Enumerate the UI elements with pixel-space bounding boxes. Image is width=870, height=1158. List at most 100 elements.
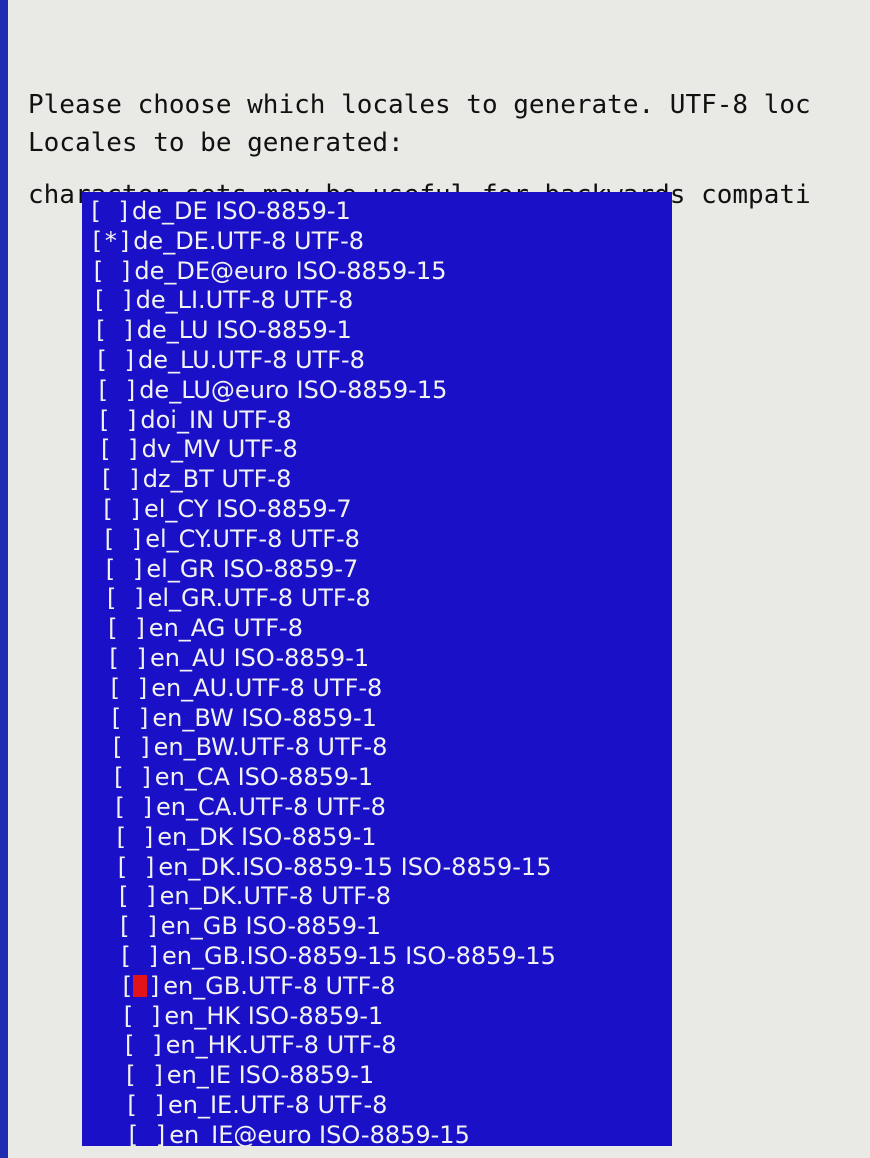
list-title: Locales to be generated:	[28, 128, 404, 158]
locale-checkbox[interactable]: [ ]	[106, 643, 150, 673]
locale-item[interactable]: [ ] de_LU.UTF-8 UTF-8	[94, 345, 672, 375]
locale-label: de_DE ISO-8859-1	[132, 197, 351, 225]
locale-label: en_DK ISO-8859-1	[157, 822, 377, 851]
locale-label: el_CY ISO-8859-7	[144, 495, 352, 523]
locale-label: en_GB.ISO-8859-15 ISO-8859-15	[162, 942, 556, 970]
locale-item[interactable]: [ ] en_BW ISO-8859-1	[108, 703, 672, 733]
prompt-line-1: Please choose which locales to generate.…	[28, 90, 811, 120]
locale-list[interactable]: [ ] de_DE ISO-8859-1 [*] de_DE.UTF-8 UTF-8[…	[82, 192, 672, 1146]
locale-item[interactable]: [ ] en_CA ISO-8859-1	[111, 762, 672, 792]
locale-item[interactable]: [ ] dv_MV UTF-8	[98, 434, 672, 464]
locale-label: en_GB.UTF-8 UTF-8	[163, 971, 396, 1000]
locale-label: en_CA.UTF-8 UTF-8	[156, 793, 386, 821]
locale-item[interactable]: [ ] en_AU.UTF-8 UTF-8	[107, 673, 672, 703]
locale-item[interactable]: [ ] dz_BT UTF-8	[99, 464, 672, 494]
locale-label: de_LU@euro ISO-8859-15	[139, 375, 448, 404]
locale-item[interactable]: [ ] el_GR ISO-8859-7	[102, 554, 672, 584]
locale-checkbox[interactable]: [ ]	[108, 703, 152, 733]
locale-label: en_HK ISO-8859-1	[164, 1001, 384, 1030]
locale-checkbox[interactable]: [ ]	[110, 732, 154, 762]
locale-checkbox[interactable]: [ ]	[117, 911, 161, 941]
locale-item[interactable]: [ ] el_CY.UTF-8 UTF-8	[101, 524, 672, 554]
locale-label: en_CA ISO-8859-1	[154, 763, 374, 792]
locale-item[interactable]: [ ] en_DK.UTF-8 UTF-8	[116, 881, 672, 911]
locale-label: el_GR ISO-8859-7	[146, 554, 359, 583]
locale-label: en_AG UTF-8	[148, 614, 303, 643]
locale-item[interactable]: [ ] en_IE ISO-8859-1	[123, 1060, 672, 1090]
locale-label: doi_IN UTF-8	[140, 405, 292, 434]
locale-label: de_DE@euro ISO-8859-15	[134, 256, 447, 285]
locale-item[interactable]: [ ] de_DE@euro ISO-8859-15	[90, 256, 672, 286]
locale-item[interactable]: [ ] en_DK ISO-8859-1	[113, 822, 672, 852]
locale-label: dv_MV UTF-8	[141, 435, 298, 464]
locale-label: en_AU.UTF-8 UTF-8	[151, 673, 383, 702]
locale-label: en_IE.UTF-8 UTF-8	[168, 1091, 388, 1119]
locale-checkbox[interactable]: [ ]	[118, 941, 162, 971]
locale-label: en_DK.UTF-8 UTF-8	[159, 882, 391, 911]
locale-item[interactable]: [ ] el_CY ISO-8859-7	[100, 494, 672, 524]
locale-item[interactable]: [ ] de_LI.UTF-8 UTF-8	[92, 285, 672, 315]
locale-label: en_IE ISO-8859-1	[166, 1061, 375, 1090]
locale-label: en_BW.UTF-8 UTF-8	[153, 733, 388, 762]
locale-item[interactable]: [*] de_DE.UTF-8 UTF-8	[89, 226, 672, 256]
locale-item[interactable]: [ ] de_LU ISO-8859-1	[93, 315, 672, 345]
locale-item[interactable]: [ ] de_DE ISO-8859-1	[88, 196, 672, 226]
locale-label: de_LU ISO-8859-1	[136, 316, 352, 345]
locale-label: el_CY.UTF-8 UTF-8	[145, 524, 360, 553]
locale-checkbox[interactable]: [ ]	[116, 881, 160, 911]
locale-checkbox[interactable]: [ ]	[123, 1060, 167, 1090]
locale-checkbox[interactable]: [*]	[89, 226, 133, 256]
locale-item[interactable]: [ ] en_GB ISO-8859-1	[117, 911, 672, 941]
locale-item[interactable]: [ ] en_AG UTF-8	[105, 613, 672, 643]
locale-label: en_IE@euro ISO-8859-15	[169, 1120, 470, 1146]
locale-checkbox[interactable]: [ ]	[114, 852, 158, 882]
locale-checkbox[interactable]: [ ]	[107, 673, 151, 703]
locale-label: en_HK.UTF-8 UTF-8	[165, 1031, 397, 1060]
locale-checkbox[interactable]: [ ]	[120, 1001, 164, 1031]
locale-checkbox[interactable]: [ ]	[101, 524, 145, 554]
locale-checkbox[interactable]: [ ]	[112, 792, 156, 822]
locale-item[interactable]: [ ] en_GB.UTF-8 UTF-8	[119, 971, 672, 1001]
locale-label: dz_BT UTF-8	[142, 465, 292, 494]
locale-label: el_GR.UTF-8 UTF-8	[147, 584, 371, 613]
locale-checkbox[interactable]: [ ]	[99, 464, 143, 494]
locale-checkbox[interactable]: [ ]	[98, 434, 142, 464]
locale-checkbox[interactable]: [ ]	[94, 345, 138, 375]
locale-item[interactable]: [ ] en_HK ISO-8859-1	[120, 1001, 672, 1031]
locale-checkbox[interactable]: [ ]	[90, 256, 134, 286]
locale-checkbox[interactable]: [ ]	[95, 375, 139, 405]
locale-checkbox[interactable]: [ ]	[124, 1090, 168, 1120]
locale-label: en_AU ISO-8859-1	[150, 644, 370, 672]
locale-checkbox[interactable]: [ ]	[105, 613, 149, 643]
locale-checkbox[interactable]: [ ]	[119, 971, 163, 1001]
locale-label: de_DE.UTF-8 UTF-8	[133, 226, 365, 255]
locale-label: de_LU.UTF-8 UTF-8	[138, 346, 365, 374]
locale-item[interactable]: [ ] en_IE.UTF-8 UTF-8	[124, 1090, 672, 1120]
locale-checkbox[interactable]: [ ]	[122, 1030, 166, 1060]
locale-checkbox[interactable]: [ ]	[125, 1120, 169, 1146]
locale-label: de_LI.UTF-8 UTF-8	[135, 286, 354, 315]
locale-item[interactable]: [ ] en_CA.UTF-8 UTF-8	[112, 792, 672, 822]
locale-checkbox[interactable]: [ ]	[113, 822, 157, 852]
locale-item[interactable]: [ ] doi_IN UTF-8	[96, 405, 672, 435]
locale-checkbox[interactable]: [ ]	[104, 583, 148, 613]
locale-item[interactable]: [ ] en_DK.ISO-8859-15 ISO-8859-15	[114, 852, 672, 882]
locale-checkbox[interactable]: [ ]	[100, 494, 144, 524]
locale-label: en_BW ISO-8859-1	[152, 703, 377, 732]
locale-item[interactable]: [ ] de_LU@euro ISO-8859-15	[95, 375, 672, 405]
locale-item[interactable]: [ ] el_GR.UTF-8 UTF-8	[104, 583, 672, 613]
locale-checkbox[interactable]: [ ]	[102, 554, 146, 584]
locale-item[interactable]: [ ] en_IE@euro ISO-8859-15	[125, 1120, 672, 1146]
locale-item[interactable]: [ ] en_HK.UTF-8 UTF-8	[122, 1030, 672, 1060]
locale-checkbox[interactable]: [ ]	[93, 315, 137, 345]
selection-cursor	[133, 974, 148, 997]
locale-checkbox[interactable]: [ ]	[111, 762, 155, 792]
locale-checkbox[interactable]: [ ]	[92, 285, 136, 315]
locale-item[interactable]: [ ] en_GB.ISO-8859-15 ISO-8859-15	[118, 941, 672, 971]
locale-label: en_DK.ISO-8859-15 ISO-8859-15	[158, 852, 552, 881]
locale-checkbox[interactable]: [ ]	[88, 196, 132, 226]
locale-item[interactable]: [ ] en_BW.UTF-8 UTF-8	[110, 732, 672, 762]
locale-item[interactable]: [ ] en_AU ISO-8859-1	[106, 643, 672, 673]
locale-label: en_GB ISO-8859-1	[160, 912, 382, 941]
locale-checkbox[interactable]: [ ]	[96, 405, 140, 435]
